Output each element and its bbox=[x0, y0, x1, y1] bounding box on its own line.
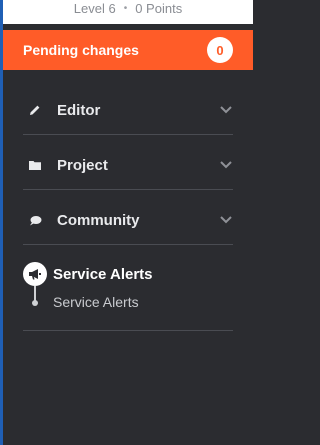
divider bbox=[23, 330, 233, 331]
menu-item-community[interactable]: Community bbox=[23, 200, 233, 240]
tree-connector-dot bbox=[32, 300, 38, 306]
separator-dot: • bbox=[123, 3, 128, 14]
user-level-bar: Level 6 • 0 Points bbox=[3, 0, 253, 24]
service-alerts-title: Service Alerts bbox=[53, 265, 153, 283]
menu-item-project[interactable]: Project bbox=[23, 145, 233, 185]
folder-icon bbox=[27, 157, 43, 173]
chevron-down-icon bbox=[219, 213, 233, 227]
divider bbox=[23, 244, 233, 245]
pending-changes-label: Pending changes bbox=[23, 42, 139, 58]
pending-changes-bar[interactable]: Pending changes 0 bbox=[3, 30, 253, 70]
divider bbox=[23, 189, 233, 190]
chat-bubble-icon bbox=[27, 212, 43, 228]
points-text: 0 Points bbox=[135, 1, 183, 16]
menu-item-editor-label: Editor bbox=[57, 101, 101, 119]
service-alerts-link[interactable]: Service Alerts bbox=[53, 294, 139, 310]
service-alerts-header[interactable]: Service Alerts bbox=[23, 262, 153, 286]
pending-count-badge: 0 bbox=[207, 37, 233, 63]
menu-item-editor[interactable]: Editor bbox=[23, 90, 233, 130]
pencil-icon bbox=[27, 102, 43, 118]
chevron-down-icon bbox=[219, 103, 233, 117]
menu-item-community-label: Community bbox=[57, 211, 140, 229]
divider bbox=[23, 134, 233, 135]
chevron-down-icon bbox=[219, 158, 233, 172]
menu-item-project-label: Project bbox=[57, 156, 108, 174]
megaphone-icon bbox=[23, 262, 47, 286]
level-text: Level 6 bbox=[73, 1, 116, 16]
